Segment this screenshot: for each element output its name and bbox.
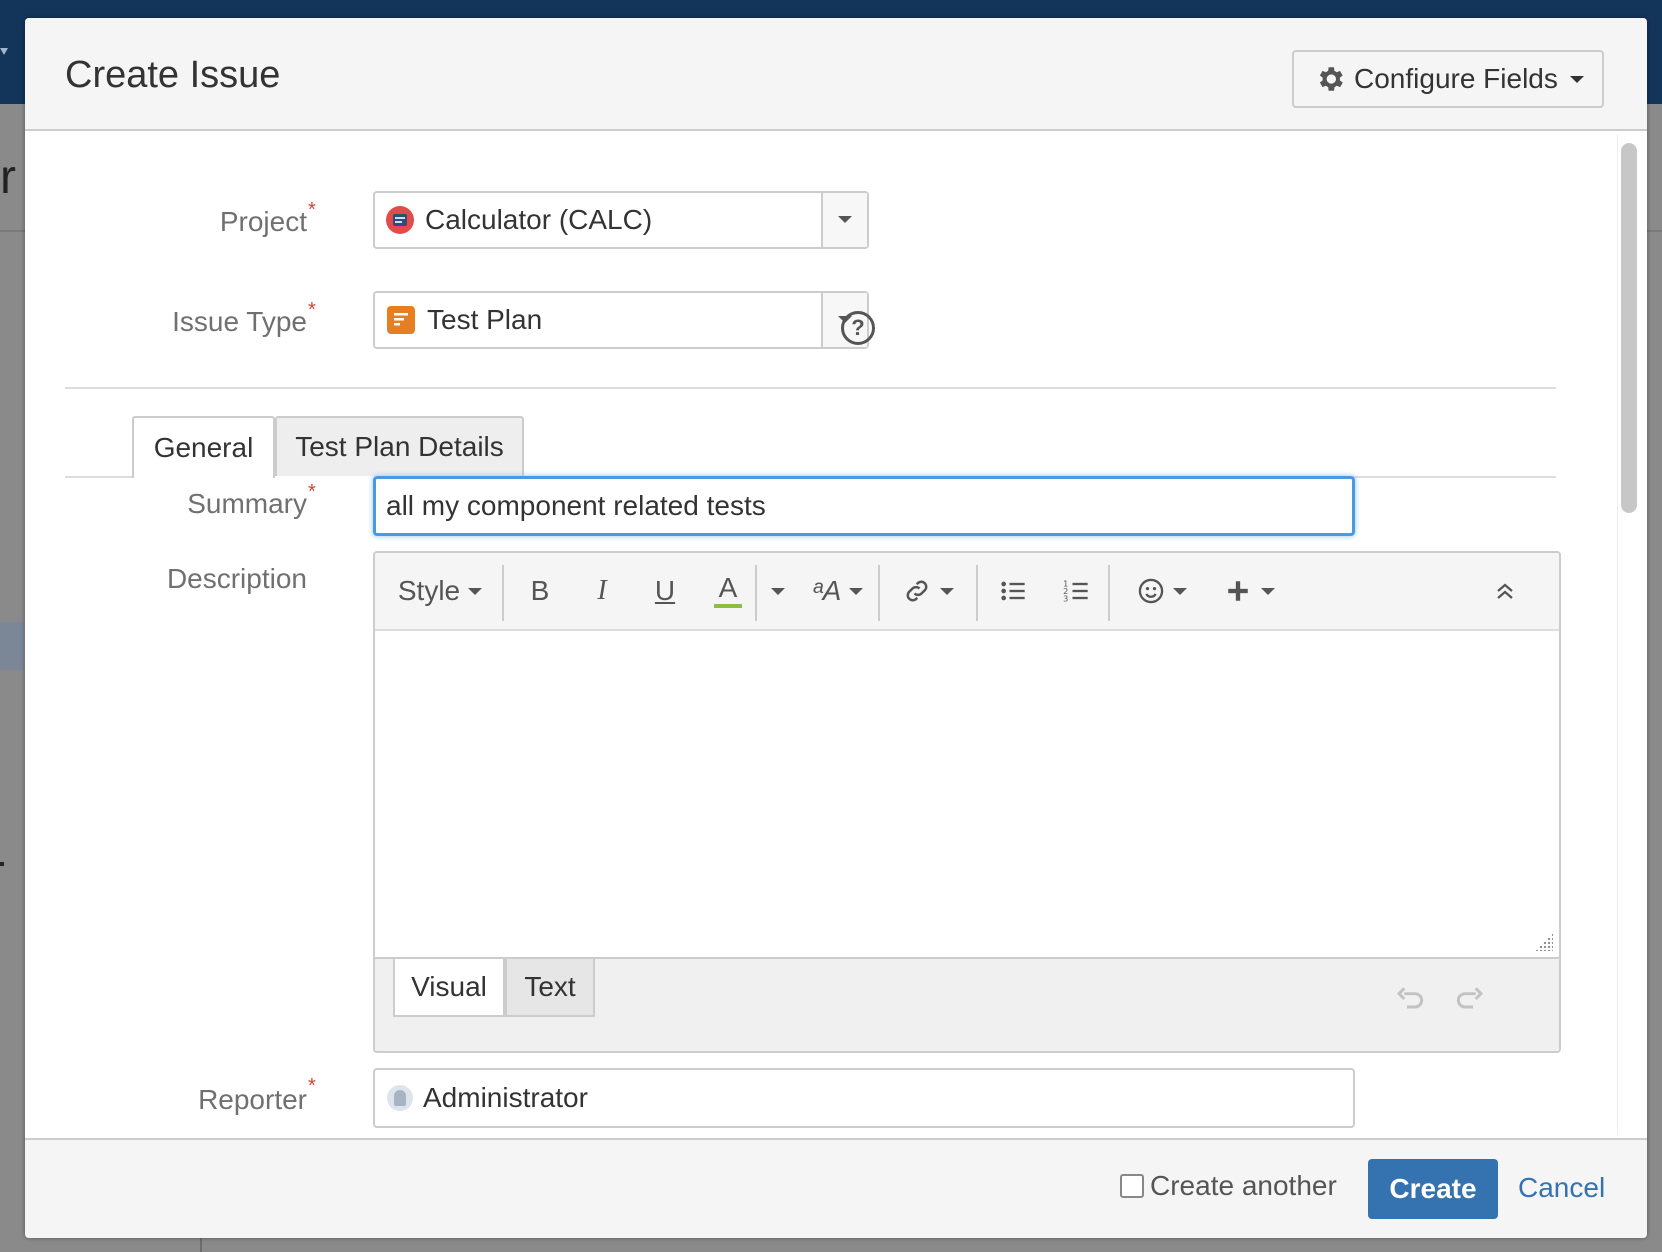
chevron-down-icon <box>1261 587 1275 595</box>
create-another-label: Create another <box>1150 1170 1337 1201</box>
project-value: Calculator (CALC) <box>425 204 653 235</box>
issue-type-value: Test Plan <box>427 304 543 335</box>
project-select[interactable]: Calculator (CALC) <box>373 191 869 249</box>
redo-icon[interactable] <box>1453 983 1485 1015</box>
chevron-down-icon <box>1569 75 1584 83</box>
project-label: Project <box>219 206 307 237</box>
toolbar-separator <box>1108 565 1110 621</box>
bold-button[interactable]: B <box>520 553 560 629</box>
description-label: Description <box>166 563 307 594</box>
svg-text:3: 3 <box>1063 594 1068 604</box>
collapse-toolbar-button[interactable] <box>1485 553 1525 629</box>
font-format-dropdown[interactable]: ᵃA <box>803 553 873 629</box>
toolbar-separator <box>755 565 757 621</box>
required-marker: * <box>308 481 316 503</box>
tab-text[interactable]: Text <box>505 959 595 1017</box>
toolbar-separator <box>878 565 880 621</box>
issue-type-select[interactable]: Test Plan <box>373 291 869 349</box>
link-dropdown[interactable] <box>893 553 963 629</box>
link-icon <box>906 580 928 602</box>
style-label: Style <box>397 575 461 606</box>
project-calculator-icon <box>386 206 414 234</box>
create-button[interactable]: Create <box>1368 1159 1498 1219</box>
chevron-down-icon <box>771 587 785 595</box>
chevron-down-icon <box>940 587 954 595</box>
background-dot <box>0 862 4 866</box>
text-color-dropdown[interactable] <box>763 553 793 629</box>
toolbar-separator <box>502 565 504 621</box>
numbered-list-button[interactable]: 1 2 3 <box>1056 553 1096 629</box>
emoticon-dropdown[interactable] <box>1127 553 1197 629</box>
gear-icon <box>1319 67 1343 91</box>
font-format-icon: ᵃA <box>812 575 842 606</box>
required-marker: * <box>308 199 316 221</box>
dialog-header: Create Issue Configure Fields <box>25 18 1647 131</box>
chevron-down-icon <box>468 587 483 595</box>
dialog-footer: Create another Create Cancel <box>25 1138 1647 1238</box>
text-color-icon: A <box>718 572 738 603</box>
section-divider <box>65 387 1556 389</box>
style-dropdown[interactable]: Style <box>395 553 485 629</box>
tab-visual[interactable]: Visual <box>393 959 505 1017</box>
bullet-list-button[interactable] <box>993 553 1033 629</box>
test-plan-icon <box>387 306 415 334</box>
configure-fields-label: Configure Fields <box>1354 63 1558 94</box>
numbered-list-icon: 1 2 3 <box>1063 578 1088 604</box>
insert-dropdown[interactable] <box>1215 553 1285 629</box>
undo-icon[interactable] <box>1395 983 1427 1015</box>
project-dropdown-toggle[interactable] <box>821 193 867 247</box>
create-another-checkbox[interactable] <box>1120 1174 1144 1198</box>
reporter-label: Reporter <box>198 1084 307 1115</box>
underline-button[interactable]: U <box>645 553 685 629</box>
tab-baseline-left <box>65 476 132 478</box>
chevron-down-icon <box>1173 587 1187 595</box>
plus-icon <box>1228 581 1248 601</box>
background-text-fragment: r <box>0 151 16 204</box>
summary-label: Summary <box>187 488 307 519</box>
italic-button[interactable]: I <box>582 553 622 629</box>
configure-fields-button[interactable]: Configure Fields <box>1292 50 1604 108</box>
reporter-field[interactable]: Administrator <box>373 1068 1355 1128</box>
editor-footer: Visual Text <box>375 957 1559 1051</box>
description-editor: Style B I U A ᵃA 1 2 3 Visual Text <box>373 551 1561 1053</box>
double-chevron-up-icon <box>1497 583 1513 599</box>
background-chevron-icon <box>0 48 8 55</box>
required-marker: * <box>308 1075 316 1097</box>
scrollbar-thumb[interactable] <box>1621 143 1637 513</box>
text-color-button[interactable]: A <box>708 553 748 629</box>
toolbar-separator <box>976 565 978 621</box>
resize-handle[interactable] <box>1535 933 1553 951</box>
background-selected-row <box>0 622 24 670</box>
dialog-body: Project * Calculator (CALC) Issue Type *… <box>25 131 1647 1138</box>
tab-general[interactable]: General <box>132 416 275 478</box>
dialog-title: Create Issue <box>65 54 281 96</box>
create-another-option[interactable]: Create another <box>1120 1170 1337 1202</box>
help-icon[interactable]: ? <box>841 311 875 345</box>
required-marker: * <box>308 299 316 321</box>
cancel-link[interactable]: Cancel <box>1518 1172 1605 1204</box>
emoticon-icon <box>1138 578 1164 604</box>
editor-toolbar: Style B I U A ᵃA 1 2 3 <box>375 553 1559 631</box>
avatar <box>387 1085 413 1111</box>
background-divider-vertical <box>200 1238 202 1252</box>
reporter-value: Administrator <box>423 1082 588 1113</box>
bullet-list-icon <box>1001 581 1025 601</box>
description-textarea[interactable] <box>375 631 1559 957</box>
tab-test-plan-details[interactable]: Test Plan Details <box>275 416 524 476</box>
summary-input[interactable]: all my component related tests <box>373 476 1355 536</box>
issue-type-label: Issue Type <box>172 306 307 337</box>
chevron-down-icon <box>849 587 864 595</box>
text-color-swatch <box>714 604 742 608</box>
create-issue-dialog: Create Issue Configure Fields Project * … <box>25 18 1647 1238</box>
